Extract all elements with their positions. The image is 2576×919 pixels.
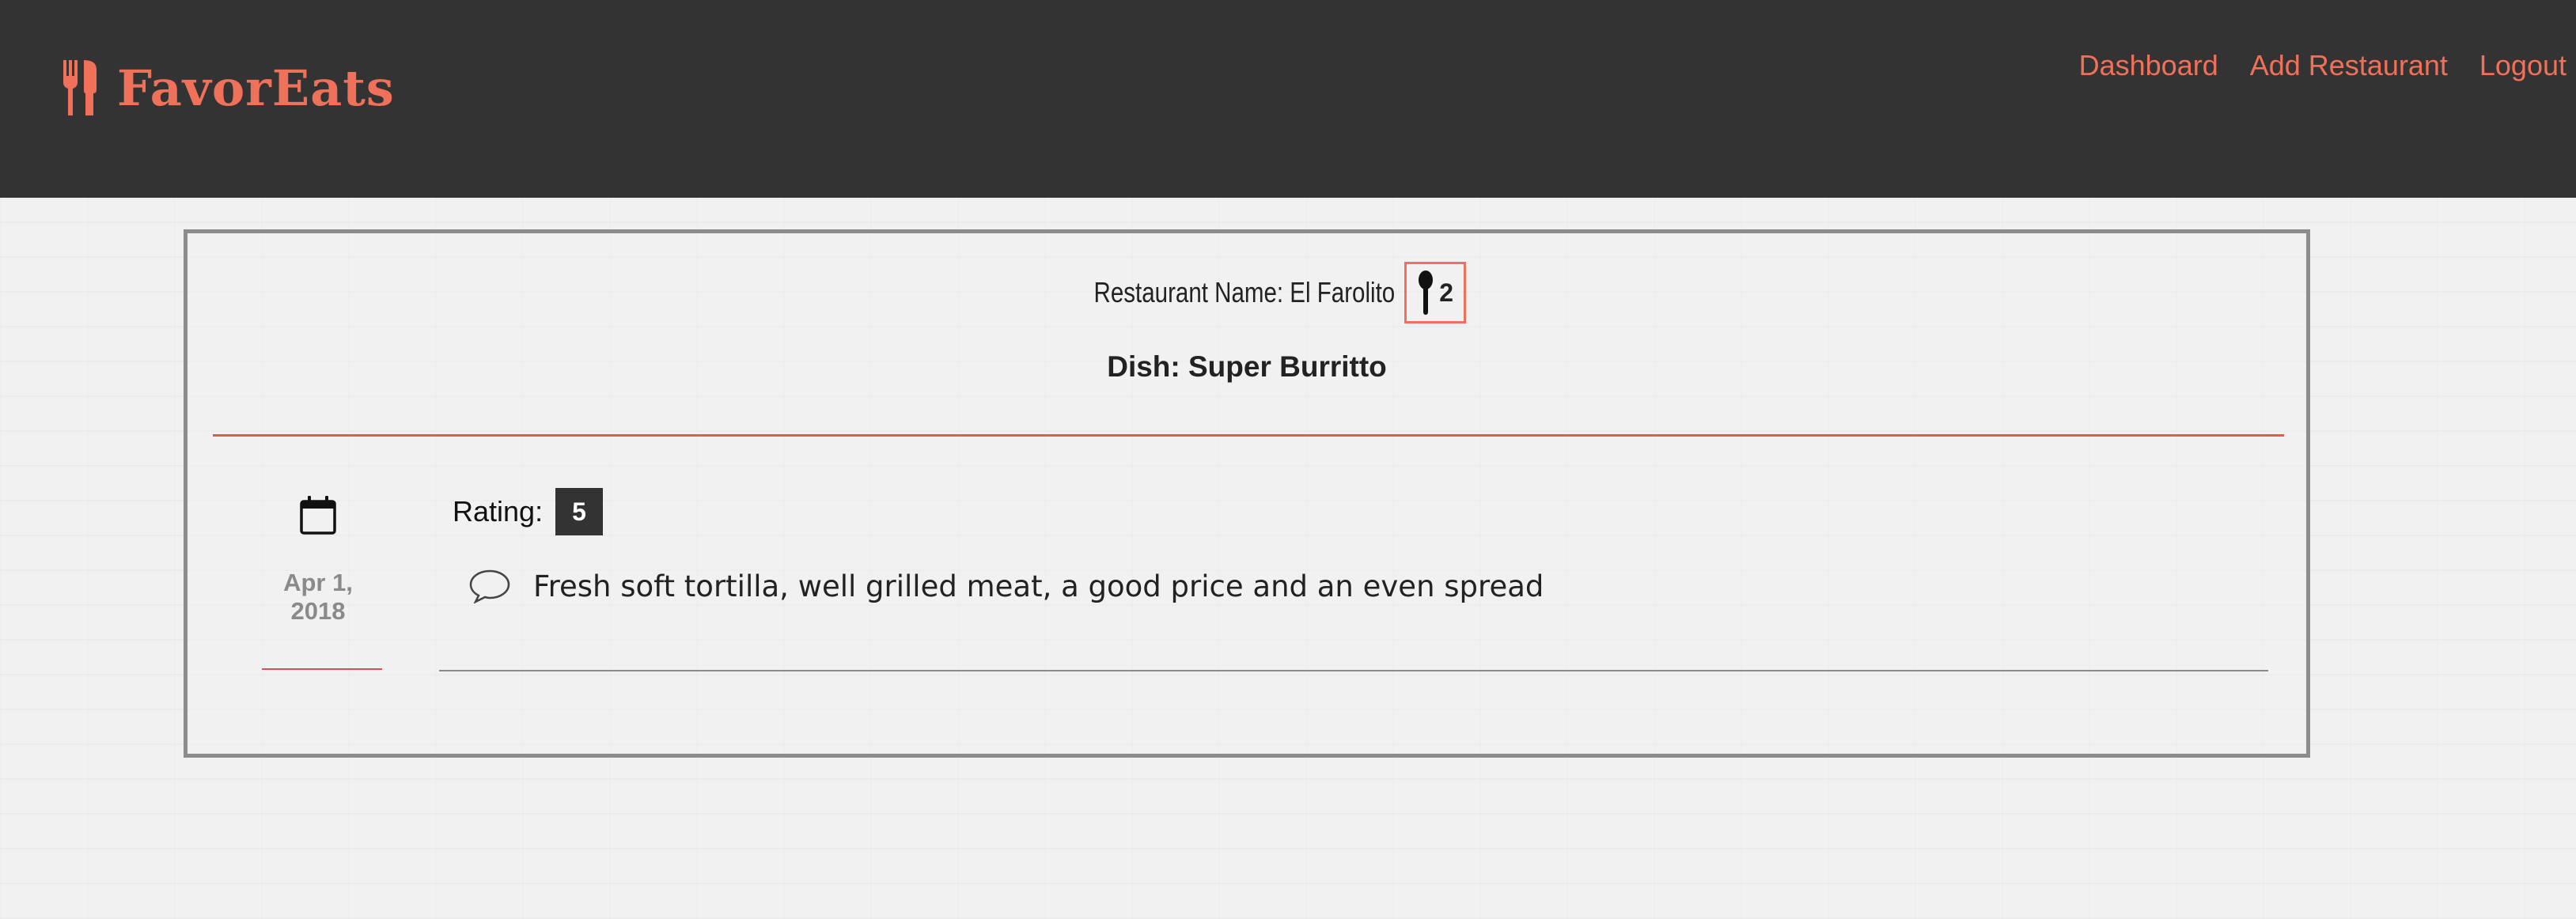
comment-divider [439, 670, 2268, 671]
nav-link-add-restaurant[interactable]: Add Restaurant [2250, 49, 2448, 82]
nav-link-dashboard[interactable]: Dashboard [2079, 49, 2218, 82]
calendar-icon [300, 496, 336, 535]
review-comment: Fresh soft tortilla, well grilled meat, … [533, 569, 1544, 603]
rating-value: 5 [555, 488, 604, 535]
brand-name: FavorEats [117, 59, 395, 117]
section-divider [213, 434, 2284, 437]
nav-link-logout[interactable]: Logout [2479, 49, 2567, 82]
review-date-column: Apr 1, 2018 [255, 494, 381, 626]
speech-bubble-icon [469, 569, 510, 603]
spoon-icon [1419, 270, 1434, 315]
comment-row: Fresh soft tortilla, well grilled meat, … [468, 569, 1544, 603]
rating-label: Rating: [453, 495, 544, 528]
spoon-count: 2 [1439, 278, 1453, 307]
restaurant-header: Restaurant Name: El Farolito 2 [188, 262, 2306, 323]
brand-logo-link[interactable]: FavorEats [62, 59, 395, 117]
spoon-count-badge[interactable]: 2 [1404, 262, 1467, 323]
restaurant-name: Restaurant Name: El Farolito [1093, 276, 1396, 308]
review-date: Apr 1, 2018 [283, 569, 353, 625]
top-navbar: FavorEats Dashboard Add Restaurant Logou… [0, 0, 2576, 198]
main-nav: Dashboard Add Restaurant Logout [2048, 49, 2567, 82]
review-card: Restaurant Name: El Farolito 2 Dish: Sup… [184, 229, 2310, 758]
date-underline [262, 668, 382, 670]
rating-row: Rating: 5 [453, 488, 604, 535]
fork-spoon-icon [63, 60, 97, 115]
dish-name: Dish: Super Burritto [1107, 350, 1387, 383]
